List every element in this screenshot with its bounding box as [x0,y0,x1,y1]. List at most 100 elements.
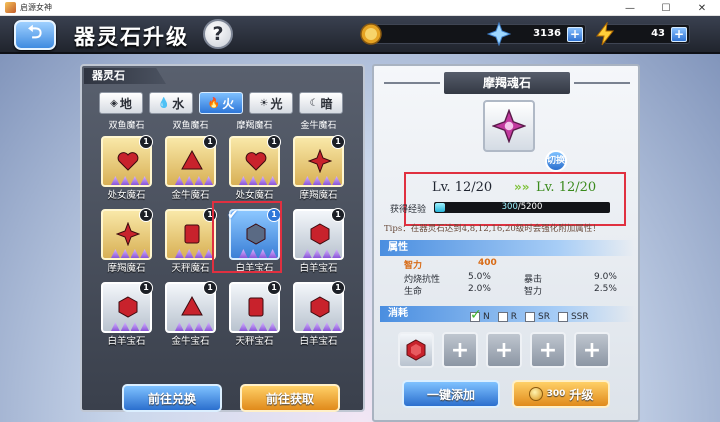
star-gem-icon [308,149,332,173]
filter-label: R [510,312,517,322]
gem-card[interactable]: 1 白羊宝石 [99,281,154,347]
count-badge: 1 [331,208,345,222]
gem-card[interactable]: 1 处女魔石 [227,135,282,201]
count-badge: 1 [331,135,345,149]
coin-icon [528,387,543,401]
rarity-stars [111,249,149,258]
filter-sr[interactable]: SR [525,312,550,322]
gem-frame: 1 [229,281,281,333]
current-level: Lv. 12/20 [432,180,493,195]
maximize-button[interactable]: ☐ [648,0,684,16]
gem-card[interactable]: 1 处女魔石 [99,135,154,201]
add-diamond-button[interactable]: + [567,27,583,42]
dark-icon: ☾ [309,97,319,109]
gem-name: 双鱼魔石 [108,121,145,131]
diamond-value: 3136 [533,28,561,39]
gem-detail-panel: 摩羯魂石 切换 Lv. 12/20 »» Lv. 12/20 获得经验 300/… [372,64,640,422]
upgrade-label: 升级 [569,387,594,402]
rarity-stars [175,322,213,331]
filter-ssr[interactable]: SSR [557,312,589,322]
rect-gem-icon [184,224,200,244]
go-obtain-button[interactable]: 前往获取 [240,384,340,412]
rect-gem-icon [248,297,264,317]
empty-slot[interactable]: + [486,332,522,368]
close-button[interactable]: ✕ [684,0,720,16]
gem-card[interactable]: 1 天秤魔石 [163,208,218,274]
heart-gem-icon [117,152,139,171]
gem-inventory-panel: 器灵石 ◈ 地 💧 水 🔥 火 ☀ 光 ☾ 暗 双鱼魔石 双鱼魔石 摩羯魔石 金牛魔石 1… [80,64,365,412]
rarity-stars [239,176,277,185]
triangle-gem-icon [181,295,203,316]
attribute-row: 灼烧抗性 5.0% 暴击 9.0% [404,272,624,285]
count-badge: 1 [203,135,217,149]
triangle-gem-icon [181,149,203,170]
material-slot[interactable] [398,332,434,368]
gem-name: 天秤宝石 [235,336,274,347]
rarity-stars [175,249,213,258]
tab-label: 水 [172,96,185,111]
gem-card[interactable]: 1 白羊宝石 [291,281,346,347]
page-title: 器灵石升级 [74,24,189,49]
gem-card[interactable]: 1 金牛宝石 [163,281,218,347]
attribute-row: 生命 2.0% 智力 2.5% [404,284,624,297]
empty-slot[interactable]: + [530,332,566,368]
go-exchange-button[interactable]: 前往兑换 [122,384,222,412]
checkbox-icon [557,312,568,322]
back-button[interactable]: ⮌ [14,20,56,50]
auto-add-button[interactable]: 一键添加 [402,380,500,408]
count-badge: 1 [139,135,153,149]
count-badge: 1 [139,281,153,295]
empty-slot[interactable]: + [442,332,478,368]
help-button[interactable]: ? [203,19,233,49]
gem-frame: 1 [293,208,345,260]
tab-light[interactable]: ☀ 光 [249,92,293,114]
inventory-title: 器灵石 [84,68,166,84]
checkbox-icon [525,312,535,322]
empty-slot[interactable]: + [574,332,610,368]
gem-card[interactable]: 1 天秤宝石 [227,281,282,347]
tab-earth[interactable]: ◈ 地 [99,92,143,114]
selected-gem-preview [483,100,535,152]
divider [574,82,630,84]
upgrade-cost: 300 [546,389,566,399]
attr-name: 智力 [524,287,543,297]
add-energy-button[interactable]: + [671,27,687,42]
rarity-stars [111,176,149,185]
gem-frame: 1 [101,208,153,260]
tab-fire[interactable]: 🔥 火 [199,92,243,114]
gem-name: 白羊宝石 [299,263,338,274]
exp-max: /5200 [517,202,543,212]
switch-gem-button[interactable]: 切换 [545,150,567,172]
energy-counter: 43 + [595,22,690,46]
tab-water[interactable]: 💧 水 [149,92,193,114]
attr-value: 5.0% [468,272,491,282]
diamond-icon [487,22,511,46]
filter-n[interactable]: N [470,307,490,323]
minimize-button[interactable]: — [612,0,648,16]
tab-label: 暗 [320,96,333,111]
attr-value: 2.5% [594,284,617,294]
lightning-icon [595,22,615,46]
gem-card[interactable]: 1 摩羯魔石 [99,208,154,274]
gem-name: 摩羯魔石 [299,190,338,201]
main-attr-value: 400 [478,258,497,268]
hex-gem-icon [310,223,330,245]
main-attr-name: 智力 [404,261,423,271]
upgrade-button[interactable]: 300 升级 [512,380,610,408]
tab-dark[interactable]: ☾ 暗 [299,92,343,114]
count-badge: 1 [267,281,281,295]
material-slots: + + + + [398,332,610,368]
top-bar: ⮌ 器灵石升级 ? 15789 + 3136 + 43 + [0,16,720,54]
gem-frame: 1 [165,135,217,187]
partial-row-names: 双鱼魔石 双鱼魔石 摩羯魔石 金牛魔石 [99,120,349,131]
gem-name: 金牛宝石 [171,336,210,347]
exp-current: 300 [501,202,518,212]
coin-icon [360,23,382,45]
gem-frame: 1 [165,208,217,260]
gem-card[interactable]: 1 金牛魔石 [163,135,218,201]
gem-card[interactable]: 1 摩羯魔石 [291,135,346,201]
count-badge: 1 [331,281,345,295]
exp-label: 获得经验 [390,205,427,215]
gem-card[interactable]: 1 白羊宝石 [291,208,346,274]
filter-r[interactable]: R [497,312,517,322]
